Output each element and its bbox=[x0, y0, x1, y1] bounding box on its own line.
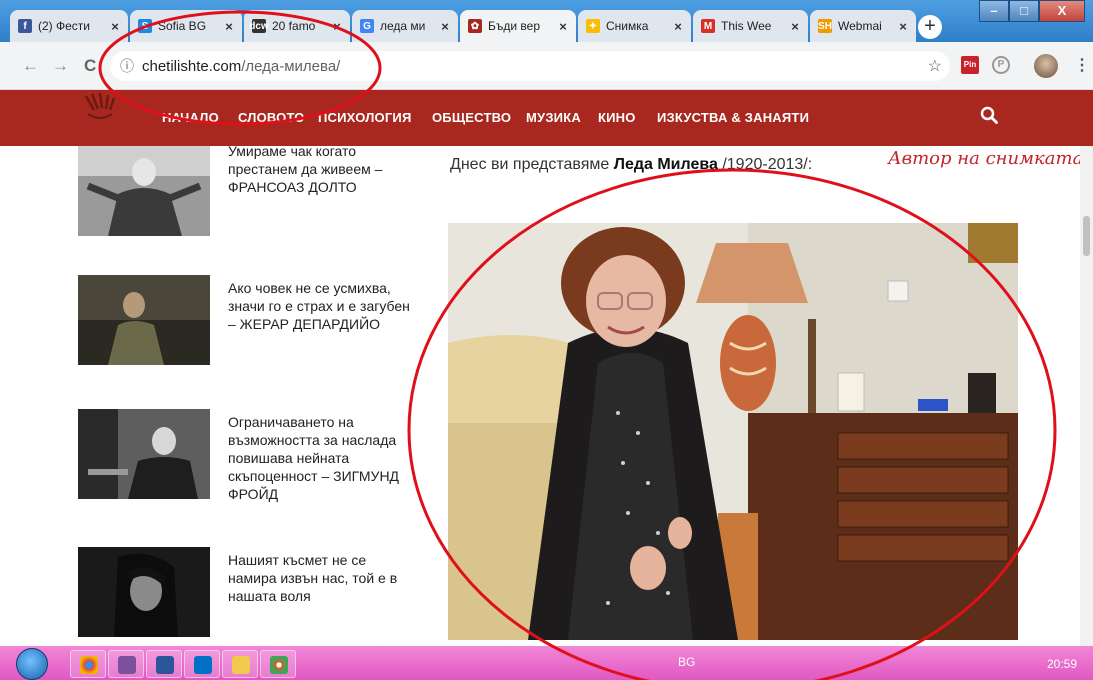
post-thumbnail[interactable] bbox=[78, 547, 210, 637]
minimize-button[interactable]: – bbox=[979, 0, 1009, 22]
nav-item-society[interactable]: ОБЩЕСТВО bbox=[432, 110, 511, 125]
site-nav: НАЧАЛО СЛОВОТО ПСИХОЛОГИЯ ОБЩЕСТВО МУЗИК… bbox=[0, 90, 1093, 146]
language-indicator[interactable]: BG bbox=[678, 655, 695, 669]
browser-tab[interactable]: f (2) Фести × bbox=[10, 10, 128, 42]
nav-item-home[interactable]: НАЧАЛО bbox=[162, 110, 219, 125]
tab-title: Бъди вер bbox=[488, 19, 541, 33]
back-button[interactable]: ← bbox=[22, 56, 39, 76]
tab-title: Webmai bbox=[838, 19, 882, 33]
nav-item-arts[interactable]: ИЗКУСТВА & ЗАНАЯТИ bbox=[657, 110, 809, 125]
main-photo bbox=[448, 223, 1018, 640]
new-tab-button[interactable]: + bbox=[918, 15, 942, 39]
sh-icon: SH bbox=[818, 19, 832, 33]
close-tab-icon[interactable]: × bbox=[330, 19, 344, 34]
tab-strip: f (2) Фести × S Sofia BG × dcw 20 famo × Gледа ми… bbox=[0, 0, 1093, 42]
browser-tab[interactable]: ✦ Снимка × bbox=[578, 10, 691, 42]
browser-tab[interactable]: Gледа ми × bbox=[352, 10, 458, 42]
reload-button[interactable]: C bbox=[84, 56, 96, 76]
tab-title: Sofia BG bbox=[158, 19, 207, 33]
close-tab-icon[interactable]: × bbox=[671, 19, 685, 34]
pinterest-extension-icon[interactable]: Pin bbox=[961, 56, 979, 74]
tab-title: (2) Фести bbox=[38, 19, 90, 33]
nav-item-word[interactable]: СЛОВОТО bbox=[238, 110, 305, 125]
url-path: /леда-милева/ bbox=[241, 57, 341, 75]
outlook-icon bbox=[194, 656, 212, 674]
gmail-icon: M bbox=[701, 19, 715, 33]
paint-icon bbox=[270, 656, 288, 674]
browser-toolbar: ← → C ⓘ chetilishte.com/леда-милева/ ☆ bbox=[0, 42, 1093, 90]
maximize-button[interactable]: □ bbox=[1009, 0, 1039, 22]
browser-tab[interactable]: S Sofia BG × bbox=[130, 10, 242, 42]
intro-text: Днес ви представяме bbox=[450, 156, 614, 173]
site-info-icon[interactable]: ⓘ bbox=[120, 56, 134, 76]
close-tab-icon[interactable]: × bbox=[556, 19, 570, 34]
scrollbar-thumb[interactable] bbox=[1083, 216, 1090, 256]
site-logo-icon: ✿ bbox=[468, 19, 482, 33]
profile-avatar[interactable] bbox=[1034, 54, 1058, 78]
taskbar-app-word[interactable] bbox=[146, 650, 182, 678]
address-bar[interactable]: ⓘ chetilishte.com/леда-милева/ ☆ bbox=[110, 51, 950, 81]
chrome-icon bbox=[80, 656, 98, 674]
close-tab-icon[interactable]: × bbox=[108, 19, 122, 34]
post-title[interactable]: Ограничаването на възможността за наслад… bbox=[228, 413, 418, 503]
browser-tab[interactable]: ✿ Бъди вер × bbox=[460, 10, 576, 42]
folder-icon bbox=[232, 656, 250, 674]
photos-icon: ✦ bbox=[586, 19, 600, 33]
article-intro: Днес ви представяме Леда Милева /1920-20… bbox=[450, 156, 812, 174]
browser-tab[interactable]: SH Webmai × bbox=[810, 10, 916, 42]
taskbar-app-chrome[interactable] bbox=[70, 650, 106, 678]
post-thumbnail[interactable] bbox=[78, 275, 210, 365]
taskbar-app-viber[interactable] bbox=[108, 650, 144, 678]
close-tab-icon[interactable]: × bbox=[222, 19, 236, 34]
site-logo-icon[interactable] bbox=[80, 92, 120, 132]
window-controls: – □ X bbox=[979, 0, 1085, 22]
clock[interactable]: 20:59 bbox=[1047, 657, 1077, 671]
facebook-icon: f bbox=[18, 19, 32, 33]
nav-item-cinema[interactable]: КИНО bbox=[598, 110, 636, 125]
post-thumbnail[interactable] bbox=[78, 409, 210, 499]
taskbar-app-paint[interactable] bbox=[260, 650, 296, 678]
nav-item-psychology[interactable]: ПСИХОЛОГИЯ bbox=[318, 110, 412, 125]
tab-title: 20 famo bbox=[272, 19, 316, 33]
tab-title: Снимка bbox=[606, 19, 649, 33]
taskbar: BG 20:59 bbox=[0, 646, 1093, 680]
start-button[interactable] bbox=[16, 648, 48, 680]
post-title[interactable]: Умираме чак когато престанем да живеем –… bbox=[228, 142, 418, 196]
close-tab-icon[interactable]: × bbox=[896, 19, 910, 34]
intro-dates: /1920-2013/: bbox=[717, 156, 813, 173]
viber-icon bbox=[118, 656, 136, 674]
search-icon[interactable] bbox=[980, 106, 998, 124]
google-icon: G bbox=[360, 19, 374, 33]
word-icon bbox=[156, 656, 174, 674]
post-title[interactable]: Ако човек не се усмихва, значи го е стра… bbox=[228, 279, 418, 333]
dcw-icon: dcw bbox=[249, 19, 269, 33]
page-scrollbar[interactable] bbox=[1080, 146, 1093, 646]
browser-menu-icon[interactable]: ⋮ bbox=[1074, 55, 1090, 75]
post-thumbnail[interactable] bbox=[78, 146, 210, 236]
url-host: chetilishte.com bbox=[142, 57, 242, 75]
tab-title: леда ми bbox=[380, 19, 426, 33]
browser-tab[interactable]: dcw 20 famo × bbox=[244, 10, 350, 42]
close-window-button[interactable]: X bbox=[1039, 0, 1085, 22]
sofia-icon: S bbox=[138, 19, 152, 33]
intro-name: Леда Милева bbox=[613, 156, 718, 173]
post-title[interactable]: Нашият късмет не се намира извън нас, то… bbox=[228, 551, 418, 605]
forward-button[interactable]: → bbox=[52, 56, 69, 76]
close-tab-icon[interactable]: × bbox=[788, 19, 802, 34]
nav-item-music[interactable]: МУЗИКА bbox=[526, 110, 581, 125]
p-extension-icon[interactable]: P bbox=[992, 56, 1010, 74]
annotation-author-question: Автор на снимката? bbox=[888, 148, 1093, 169]
close-tab-icon[interactable]: × bbox=[438, 19, 452, 34]
taskbar-app-explorer[interactable] bbox=[222, 650, 258, 678]
bookmark-star-icon[interactable]: ☆ bbox=[928, 56, 942, 76]
browser-tab[interactable]: M This Wee × bbox=[693, 10, 808, 42]
tab-title: This Wee bbox=[721, 19, 772, 33]
screen: { "tabs": [ {"label": "(2) Фести", "icon… bbox=[0, 0, 1093, 680]
taskbar-app-outlook[interactable] bbox=[184, 650, 220, 678]
